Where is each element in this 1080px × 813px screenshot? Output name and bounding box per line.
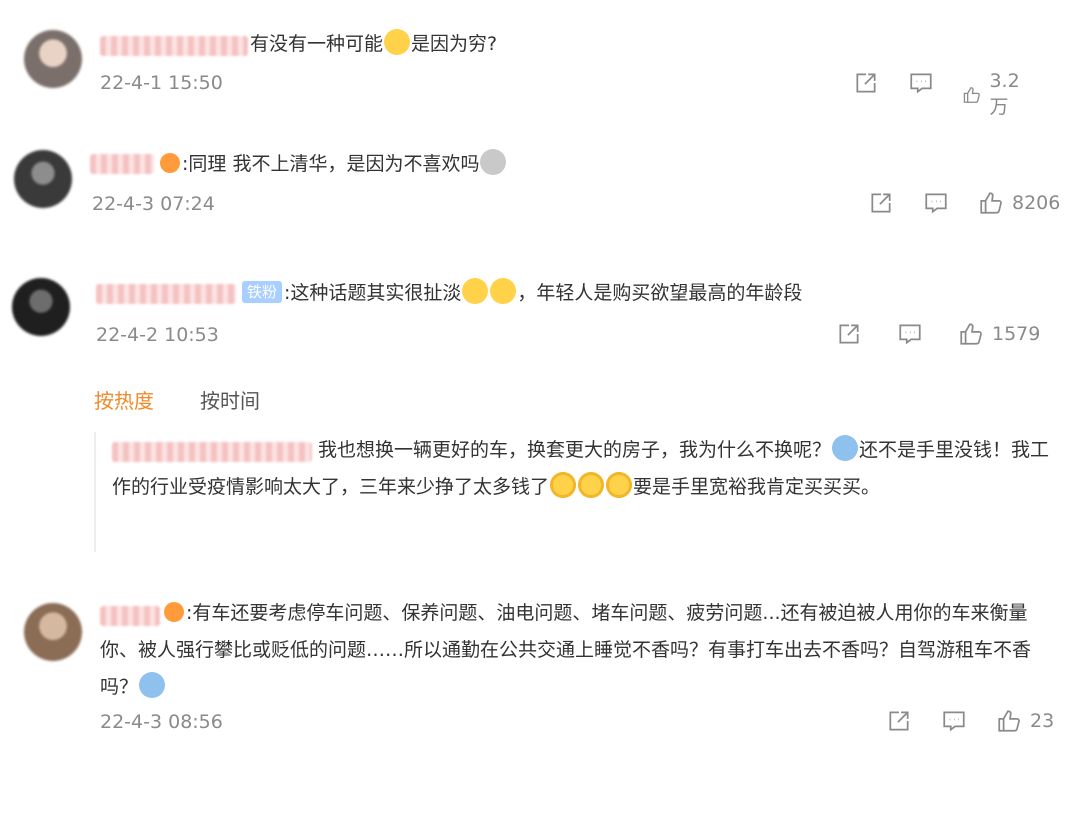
- share-button[interactable]: [836, 321, 862, 347]
- tab-sort-by-hot[interactable]: 按热度: [94, 385, 154, 414]
- comment-text-part: :这种话题其实很扯淡: [284, 282, 462, 304]
- share-icon: [871, 193, 891, 213]
- like-button[interactable]: 3.2万: [962, 70, 1026, 119]
- username-blurred[interactable]: [96, 284, 236, 304]
- comment-icon: [925, 193, 947, 214]
- timestamp: 22-4-1 15:50: [100, 72, 223, 94]
- comment-text-part: 有没有一种可能: [250, 33, 384, 55]
- share-icon: [839, 324, 859, 344]
- emoji-icon: [462, 278, 489, 304]
- share-icon: [856, 73, 876, 93]
- reply-button[interactable]: [923, 190, 949, 216]
- share-button[interactable]: [868, 190, 894, 216]
- like-count: 3.2万: [989, 70, 1020, 118]
- avatar[interactable]: [24, 603, 82, 661]
- reply-text: 我也想换一辆更好的车，换套更大的房子，我为什么不换呢？ 还不是手里没钱！我工作的行…: [112, 432, 1052, 506]
- reply-button[interactable]: [897, 321, 923, 347]
- avatar[interactable]: [12, 278, 70, 336]
- like-icon: [998, 710, 1020, 732]
- avatar[interactable]: [24, 30, 82, 88]
- comment-text: :有车还要考虑停车问题、保养问题、油电问题、堵车问题、疲劳问题...还有被迫被人…: [100, 595, 1050, 706]
- comment-icon: [910, 73, 932, 94]
- username-blurred[interactable]: [90, 154, 154, 174]
- comment-text-part: ，年轻人是购买欲望最高的年龄段: [517, 282, 803, 304]
- emoji-icon: [606, 472, 633, 498]
- comment-text-part: :同理 我不上清华，是因为不喜欢吗: [182, 153, 480, 175]
- like-button[interactable]: 23: [996, 708, 1054, 734]
- share-icon: [889, 711, 909, 731]
- comment-text: :同理 我不上清华，是因为不喜欢吗: [160, 146, 507, 183]
- comment-text-part: 是因为穷?: [411, 33, 498, 55]
- reply-button[interactable]: [908, 70, 934, 96]
- emoji-icon: [480, 149, 507, 175]
- username-blurred[interactable]: [100, 36, 248, 56]
- like-icon: [980, 192, 1002, 214]
- emoji-icon: [550, 472, 577, 498]
- comment-text-part: :有车还要考虑停车问题、保养问题、油电问题、堵车问题、疲劳问题...还有被迫被人…: [100, 602, 1032, 698]
- share-button[interactable]: [886, 708, 912, 734]
- timestamp: 22-4-3 08:56: [100, 711, 223, 733]
- reply-text-part: 要是手里宽裕我肯定买买买。: [633, 476, 881, 498]
- like-count: 8206: [1012, 192, 1061, 214]
- comment-text: 铁粉:这种话题其实很扯淡 ，年轻人是购买欲望最高的年龄段: [242, 275, 802, 312]
- comment-text: 有没有一种可能 是因为穷?: [250, 26, 497, 63]
- tab-sort-by-time[interactable]: 按时间: [200, 385, 260, 414]
- comment-icon: [899, 324, 921, 345]
- like-count: 23: [1030, 710, 1055, 732]
- like-button[interactable]: 1579: [958, 321, 1040, 347]
- share-button[interactable]: [853, 70, 879, 96]
- reply-button[interactable]: [941, 708, 967, 734]
- reply-text-part: 我也想换一辆更好的车，换套更大的房子，我为什么不换呢？: [318, 439, 832, 461]
- like-icon: [963, 86, 980, 103]
- emoji-icon: [832, 435, 859, 461]
- reply-block: 我也想换一辆更好的车，换套更大的房子，我为什么不换呢？ 还不是手里没钱！我工作的行…: [94, 432, 1056, 552]
- comment-icon: [943, 711, 965, 732]
- medal-icon: [160, 153, 180, 173]
- like-count: 1579: [992, 323, 1041, 345]
- fan-badge: 铁粉: [242, 281, 283, 303]
- emoji-icon: [490, 278, 517, 304]
- avatar[interactable]: [14, 150, 72, 208]
- emoji-icon: [384, 29, 411, 55]
- like-icon: [960, 323, 982, 345]
- timestamp: 22-4-2 10:53: [96, 324, 219, 346]
- emoji-icon: [578, 472, 605, 498]
- like-button[interactable]: 8206: [978, 190, 1060, 216]
- timestamp: 22-4-3 07:24: [92, 193, 215, 215]
- emoji-icon: [139, 672, 166, 698]
- medal-icon: [164, 602, 184, 622]
